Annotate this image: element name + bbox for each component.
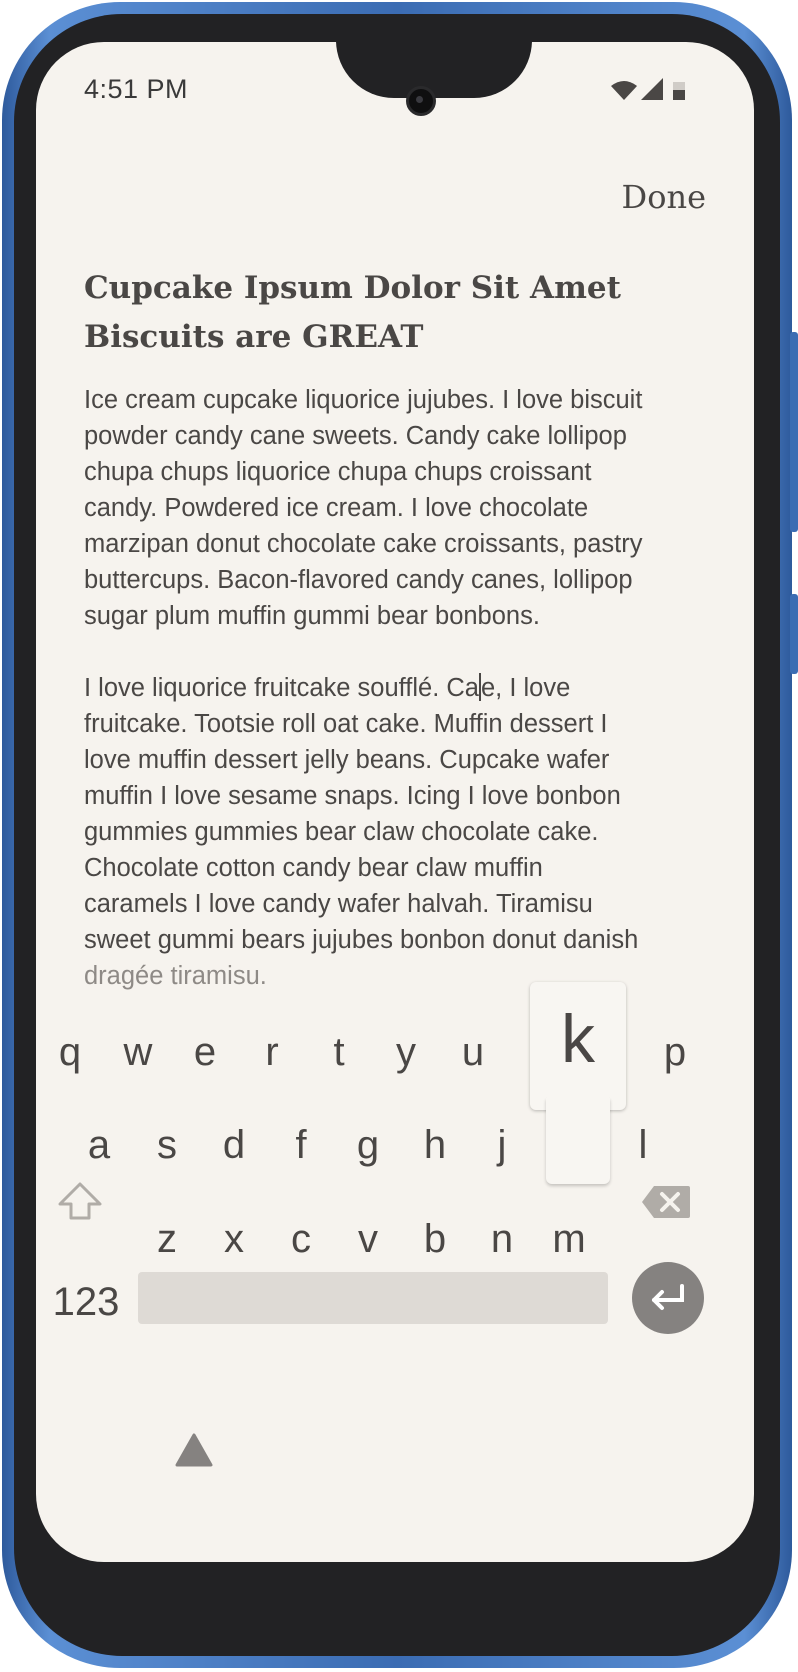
backspace-key[interactable]	[640, 1182, 692, 1222]
key-p[interactable]: p	[649, 1017, 701, 1087]
text-before-caret: I love liquorice fruitcake soufflé. Ca	[84, 674, 479, 702]
text-after-caret: e, I love	[480, 674, 571, 702]
text-line: marzipan donut chocolate cake croissants…	[84, 530, 643, 558]
text-line: powder candy cane sweets. Candy cake lol…	[84, 422, 627, 450]
key-e[interactable]: e	[179, 1017, 231, 1087]
key-d[interactable]: d	[208, 1110, 260, 1180]
done-button[interactable]: Done	[622, 178, 706, 216]
text-line: Chocolate cotton candy bear claw muffin	[84, 854, 543, 882]
volume-button	[790, 332, 798, 532]
title-line: Biscuits are GREAT	[84, 319, 424, 355]
text-line: sweet gummi bears jujubes bonbon donut d…	[84, 926, 639, 954]
text-line: sugar plum muffin gummi bear bonbons.	[84, 602, 540, 630]
paragraph-2[interactable]: I love liquorice fruitcake soufflé. Cae,…	[84, 670, 724, 994]
text-line: Ice cream cupcake liquorice jujubes. I l…	[84, 386, 643, 414]
space-bar[interactable]	[138, 1272, 608, 1324]
key-z[interactable]: z	[141, 1204, 193, 1274]
notch	[336, 42, 532, 98]
paragraph-1[interactable]: Ice cream cupcake liquorice jujubes. I l…	[84, 382, 724, 634]
status-icons	[611, 78, 701, 108]
key-a[interactable]: a	[73, 1110, 125, 1180]
key-n[interactable]: n	[476, 1204, 528, 1274]
shift-icon	[58, 1182, 102, 1220]
key-u[interactable]: u	[447, 1017, 499, 1087]
nav-back-icon	[175, 1433, 213, 1467]
title-line: Cupcake Ipsum Dolor Sit Amet	[84, 270, 621, 306]
status-time: 4:51 PM	[84, 74, 189, 104]
backspace-icon	[642, 1186, 690, 1218]
text-line: candy. Powdered ice cream. I love chocol…	[84, 494, 589, 522]
key-t[interactable]: t	[313, 1017, 365, 1087]
text-line: muffin I love sesame snaps. Icing I love…	[84, 782, 621, 810]
key-v[interactable]: v	[342, 1204, 394, 1274]
text-line: buttercups. Bacon-flavored candy canes, …	[84, 566, 633, 594]
key-g[interactable]: g	[342, 1110, 394, 1180]
text-line: chupa chups liquorice chupa chups croiss…	[84, 458, 592, 486]
key-preview-letter: k	[561, 1001, 595, 1077]
nav-back-button[interactable]	[174, 1432, 214, 1468]
key-h[interactable]: h	[409, 1110, 461, 1180]
screen: 4:51 PM Done Cupcake Ipsum Dolor Sit Ame…	[36, 42, 754, 1562]
enter-icon	[652, 1284, 684, 1310]
wifi-icon	[611, 81, 637, 100]
key-s[interactable]: s	[141, 1110, 193, 1180]
key-b[interactable]: b	[409, 1204, 461, 1274]
enter-key[interactable]	[632, 1262, 704, 1334]
key-c[interactable]: c	[275, 1204, 327, 1274]
text-line: gummies gummies bear claw chocolate cake…	[84, 818, 599, 846]
key-w[interactable]: w	[112, 1017, 164, 1087]
key-q[interactable]: q	[44, 1017, 96, 1087]
power-button	[790, 594, 798, 674]
key-f[interactable]: f	[275, 1110, 327, 1180]
key-m[interactable]: m	[543, 1204, 595, 1274]
key-y[interactable]: y	[380, 1017, 432, 1087]
key-j[interactable]: j	[476, 1110, 528, 1180]
document-title[interactable]: Cupcake Ipsum Dolor Sit Amet Biscuits ar…	[84, 264, 704, 362]
text-line: love muffin dessert jelly beans. Cupcake…	[84, 746, 610, 774]
key-x[interactable]: x	[208, 1204, 260, 1274]
text-line: caramels I love candy wafer halvah. Tira…	[84, 890, 593, 918]
front-camera	[406, 86, 436, 116]
numbers-key[interactable]: 123	[46, 1272, 126, 1332]
shift-key[interactable]	[56, 1178, 104, 1226]
key-r[interactable]: r	[246, 1017, 298, 1087]
keyboard: q w e r t y u p a s d f g h j l z x c v …	[36, 982, 754, 1562]
key-preview-popup: k	[530, 982, 626, 1184]
signal-icon	[641, 78, 663, 100]
text-line-with-caret: I love liquorice fruitcake soufflé. Cae,…	[84, 670, 724, 706]
text-line: fruitcake. Tootsie roll oat cake. Muffin…	[84, 710, 608, 738]
